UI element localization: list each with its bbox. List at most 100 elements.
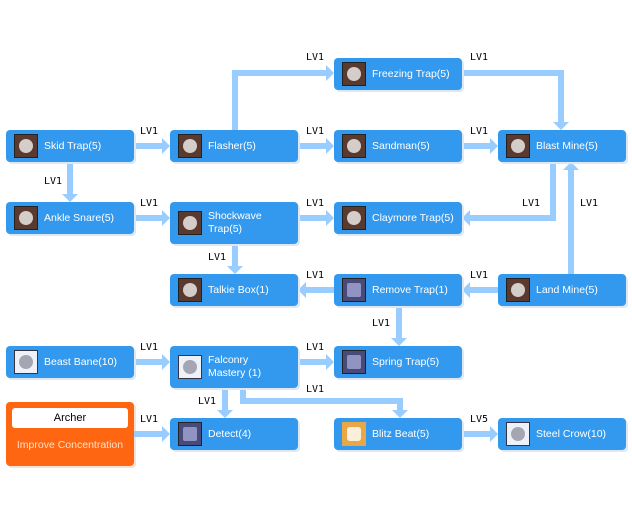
connector-line [396,306,402,338]
land-mine-icon [506,278,530,302]
level-requirement-label: LV1 [208,252,227,263]
connector-line [462,143,490,149]
detect-icon [178,422,202,446]
connector-line [462,70,564,76]
skill-label: Blast Mine(5) [536,139,598,152]
skill-node-spring-trap[interactable]: Spring Trap(5) [334,346,462,378]
arrow-head-icon [162,426,170,442]
connector-line [550,162,556,221]
skill-node-blitz-beat[interactable]: Blitz Beat(5) [334,418,462,450]
remove-trap-icon [342,278,366,302]
level-requirement-label: LV1 [140,414,159,425]
level-requirement-label: LV1 [470,126,489,137]
level-requirement-label: LV1 [140,126,159,137]
arrow-head-icon [227,266,243,274]
arrow-head-icon [326,65,334,81]
skill-node-ankle-snare[interactable]: Ankle Snare(5) [6,202,134,234]
level-requirement-label: LV5 [470,414,489,425]
arrow-head-icon [392,410,408,418]
spring-trap-icon [342,350,366,374]
level-requirement-label: LV1 [522,198,541,209]
level-requirement-label: LV1 [470,52,489,63]
level-requirement-label: LV1 [470,270,489,281]
arrow-head-icon [162,138,170,154]
connector-line [232,70,238,130]
connector-line [298,215,326,221]
connector-line [134,215,162,221]
skill-node-shockwave-trap[interactable]: Shockwave Trap(5) [170,202,298,244]
skill-label: Skid Trap(5) [44,139,102,152]
arrow-head-icon [326,138,334,154]
level-requirement-label: LV1 [140,342,159,353]
skill-node-skid-trap[interactable]: Skid Trap(5) [6,130,134,162]
skill-node-detect[interactable]: Detect(4) [170,418,298,450]
claymore-trap-icon [342,206,366,230]
base-class-box: Archer Improve Concentration [6,402,134,466]
arrow-head-icon [326,354,334,370]
skill-label: Shockwave Trap(5) [208,210,262,235]
connector-line [470,215,556,221]
connector-line [134,143,162,149]
skill-node-remove-trap[interactable]: Remove Trap(1) [334,274,462,306]
talkie-box-icon [178,278,202,302]
skill-label: Blitz Beat(5) [372,427,430,440]
connector-line [568,170,574,274]
arrow-head-icon [490,138,498,154]
skill-label: Steel Crow(10) [536,427,607,440]
arrow-head-icon [462,210,470,226]
skill-label: Freezing Trap(5) [372,67,450,80]
skid-trap-icon [14,134,38,158]
connector-line [134,431,162,437]
connector-line [397,398,403,410]
skill-label: Beast Bane(10) [44,355,117,368]
skill-label: Land Mine(5) [536,283,598,296]
skill-node-beast-bane[interactable]: Beast Bane(10) [6,346,134,378]
skill-label: Flasher(5) [208,139,256,152]
skill-node-sandman[interactable]: Sandman(5) [334,130,462,162]
connector-line [470,287,498,293]
skill-label: Remove Trap(1) [372,283,448,296]
arrow-head-icon [490,426,498,442]
level-requirement-label: LV1 [372,318,391,329]
level-requirement-label: LV1 [306,384,325,395]
arrow-head-icon [553,122,569,130]
skill-node-blast-mine[interactable]: Blast Mine(5) [498,130,626,162]
beast-bane-icon [14,350,38,374]
skill-node-talkie-box[interactable]: Talkie Box(1) [170,274,298,306]
skill-label: Claymore Trap(5) [372,211,454,224]
skill-node-land-mine[interactable]: Land Mine(5) [498,274,626,306]
connector-line [67,162,73,194]
level-requirement-label: LV1 [198,396,217,407]
blitz-beat-icon [342,422,366,446]
skill-node-steel-crow[interactable]: Steel Crow(10) [498,418,626,450]
arrow-head-icon [162,210,170,226]
level-requirement-label: LV1 [140,198,159,209]
connector-line [558,70,564,122]
arrow-head-icon [298,282,306,298]
flasher-icon [178,134,202,158]
freezing-trap-icon [342,62,366,86]
arrow-head-icon [217,410,233,418]
skill-label: Talkie Box(1) [208,283,269,296]
level-requirement-label: LV1 [306,342,325,353]
level-requirement-label: LV1 [580,198,599,209]
level-requirement-label: LV1 [44,176,63,187]
skill-node-freezing-trap[interactable]: Freezing Trap(5) [334,58,462,90]
connector-line [306,287,334,293]
arrow-head-icon [462,282,470,298]
connector-line [222,388,228,410]
ankle-snare-icon [14,206,38,230]
blast-mine-icon [506,134,530,158]
skill-node-claymore-trap[interactable]: Claymore Trap(5) [334,202,462,234]
arrow-head-icon [326,210,334,226]
skill-tree: Archer Improve Concentration LV1 LV1 LV1 LV… [0,0,632,528]
skill-node-flasher[interactable]: Flasher(5) [170,130,298,162]
arrow-head-icon [62,194,78,202]
shockwave-trap-icon [178,211,202,235]
skill-node-falconry-mastery[interactable]: Falconry Mastery (1) [170,346,298,388]
skill-label: Falconry Mastery (1) [208,354,262,379]
skill-label: Detect(4) [208,427,252,440]
connector-line [232,70,326,76]
arrow-head-icon [563,162,579,170]
level-requirement-label: LV1 [306,270,325,281]
